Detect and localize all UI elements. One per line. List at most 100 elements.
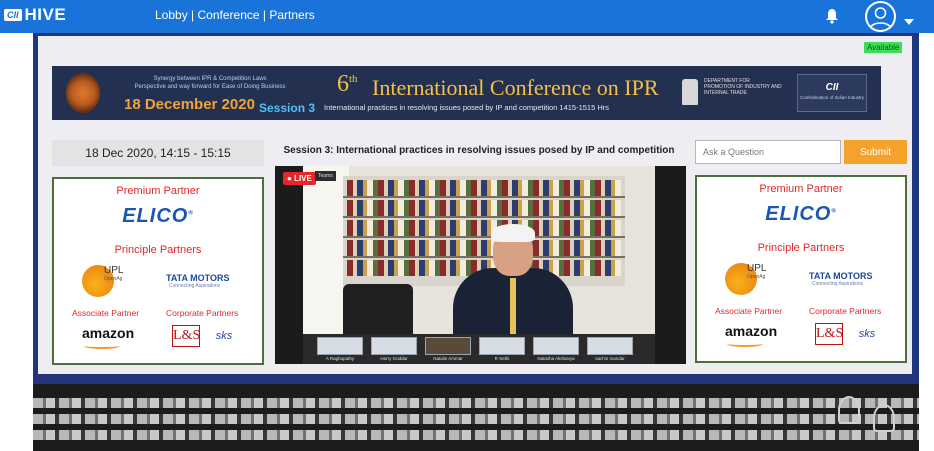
shelf-line: [343, 236, 625, 238]
auditorium-seating: [33, 384, 919, 451]
audience-avatar: [873, 404, 895, 432]
tata-motors-tagline: Connecting Aspirations: [812, 281, 864, 287]
book-row: [347, 200, 621, 216]
caret-down-icon[interactable]: [904, 12, 914, 30]
video-frame: [303, 166, 655, 334]
session-time: 18 Dec 2020, 14:15 - 15:15: [52, 140, 264, 166]
lt-logo[interactable]: L&S: [172, 325, 200, 347]
banner-ordinal-suffix: th: [349, 73, 358, 85]
associate-partner-heading: Associate Partner: [715, 306, 783, 316]
live-badge-text: LIVE: [294, 174, 312, 183]
amazon-smile-icon: [727, 341, 763, 347]
brand-name: HIVE: [24, 5, 67, 24]
elico-logo[interactable]: ELICO®: [54, 205, 262, 228]
banner-synergy-line-1: Synergy between IPR & Competition Laws: [153, 76, 267, 82]
speaker-hair: [491, 224, 535, 242]
corporate-partners-heading: Corporate Partners: [809, 306, 882, 316]
partners-panel-right: Premium Partner ELICO® Principle Partner…: [695, 175, 907, 363]
participant-name: sachin mandar: [595, 356, 625, 361]
amazon-smile-icon: [84, 343, 120, 349]
nav-lobby-link[interactable]: Lobby: [155, 8, 188, 22]
nav-links: Lobby | Conference | Partners: [155, 8, 315, 22]
banner-synergy-line-2: Perspective and way forward for Ease of …: [134, 84, 286, 90]
participant-name: R Sethi: [494, 356, 510, 361]
associate-partner-heading: Associate Partner: [72, 308, 140, 318]
brand-logo[interactable]: CII HIVE: [4, 5, 66, 25]
participant-strip: A Raghupathy Harry Goddar Natalie Ammar …: [303, 334, 655, 364]
upl-tagline: OpenAg: [104, 276, 123, 282]
seat-row: [33, 398, 919, 408]
banner-title: International Conference on IPR: [372, 75, 659, 100]
top-nav-bar: CII HIVE Lobby | Conference | Partners: [0, 0, 934, 33]
lt-logo[interactable]: L&S: [815, 323, 843, 345]
participant-thumb[interactable]: [479, 337, 525, 355]
sks-logo[interactable]: sks: [212, 325, 236, 347]
corporate-partners-heading: Corporate Partners: [166, 308, 239, 318]
speaker-tie: [510, 278, 516, 334]
stage-base: [33, 374, 919, 384]
cii-logo-text: CII: [825, 82, 839, 93]
nav-separator: |: [259, 8, 270, 22]
live-video-player[interactable]: A Raghupathy Harry Goddar Natalie Ammar …: [275, 166, 686, 364]
principle-partners-heading: Principle Partners: [757, 242, 845, 254]
book-row: [347, 220, 621, 236]
availability-badge: Available: [864, 42, 903, 53]
brand-badge: CII: [4, 9, 22, 21]
banner-ordinal: 6th: [337, 71, 358, 98]
fingerprint-logo-icon: [66, 73, 100, 113]
principle-partners-heading: Principle Partners: [114, 244, 202, 256]
amazon-logo[interactable]: amazon: [82, 325, 134, 341]
nav-conference-link[interactable]: Conference: [198, 8, 260, 22]
partners-panel-left: Premium Partner ELICO® Principle Partner…: [52, 177, 264, 365]
participant-name: A Raghupathy: [325, 356, 355, 361]
audience-avatar: [838, 396, 860, 424]
participant-thumb[interactable]: [587, 337, 633, 355]
book-row: [347, 180, 621, 196]
india-emblem-icon: [682, 79, 698, 105]
banner-synergy-text: Synergy between IPR & Competition Laws P…: [110, 75, 310, 91]
user-avatar-icon[interactable]: [865, 1, 896, 32]
ask-question-input[interactable]: [695, 140, 841, 164]
book-row: [347, 240, 621, 256]
banner-ordinal-number: 6: [337, 71, 349, 97]
shelf-line: [343, 196, 625, 198]
shelf-line: [343, 216, 625, 218]
bell-icon[interactable]: [825, 8, 839, 29]
tata-motors-logo[interactable]: TATA MOTORS: [166, 273, 230, 283]
upl-logo-text: UPL: [747, 263, 767, 274]
conference-banner: Synergy between IPR & Competition Laws P…: [52, 66, 881, 120]
cii-logo: CII Confederation of Indian Industry: [797, 74, 867, 112]
tata-motors-tagline: Connecting Aspirations: [169, 283, 221, 289]
participant-thumb[interactable]: [533, 337, 579, 355]
dpiit-logo-text: DEPARTMENT FOR PROMOTION OF INDUSTRY AND…: [704, 78, 794, 96]
tata-motors-logo[interactable]: TATA MOTORS: [809, 271, 873, 281]
banner-session-desc: International practices in resolving iss…: [324, 103, 610, 112]
session-heading: Session 3: International practices in re…: [283, 145, 675, 156]
chair: [343, 284, 413, 334]
elico-logo-text: ELICO: [765, 203, 832, 225]
nav-separator: |: [187, 8, 198, 22]
participant-thumb[interactable]: [425, 337, 471, 355]
elico-logo[interactable]: ELICO®: [697, 203, 905, 226]
participant-name: Natalie Ammar: [433, 356, 463, 361]
live-badge: ● LIVE: [283, 172, 316, 185]
banner-session: Session 3: [259, 101, 316, 115]
upl-logo-text: UPL: [104, 265, 124, 276]
submit-question-button[interactable]: Submit: [844, 140, 907, 164]
seat-row: [33, 414, 919, 424]
participant-name: Natasha Akshavya: [537, 356, 575, 361]
participant-thumb[interactable]: [317, 337, 363, 355]
dept-line: INTERNAL TRADE: [704, 90, 747, 96]
participant-thumb[interactable]: [371, 337, 417, 355]
seat-row: [33, 430, 919, 440]
elico-logo-text: ELICO: [122, 205, 189, 227]
premium-partner-heading: Premium Partner: [116, 185, 200, 197]
sks-logo[interactable]: sks: [855, 323, 879, 345]
premium-partner-heading: Premium Partner: [759, 183, 843, 195]
shelf-line: [343, 256, 625, 258]
participant-name: Harry Goddar: [380, 356, 408, 361]
nav-partners-link[interactable]: Partners: [269, 8, 314, 22]
amazon-logo[interactable]: amazon: [725, 323, 777, 339]
cii-logo-subtext: Confederation of Indian Industry: [799, 95, 865, 100]
banner-date: 18 December 2020: [124, 96, 255, 113]
